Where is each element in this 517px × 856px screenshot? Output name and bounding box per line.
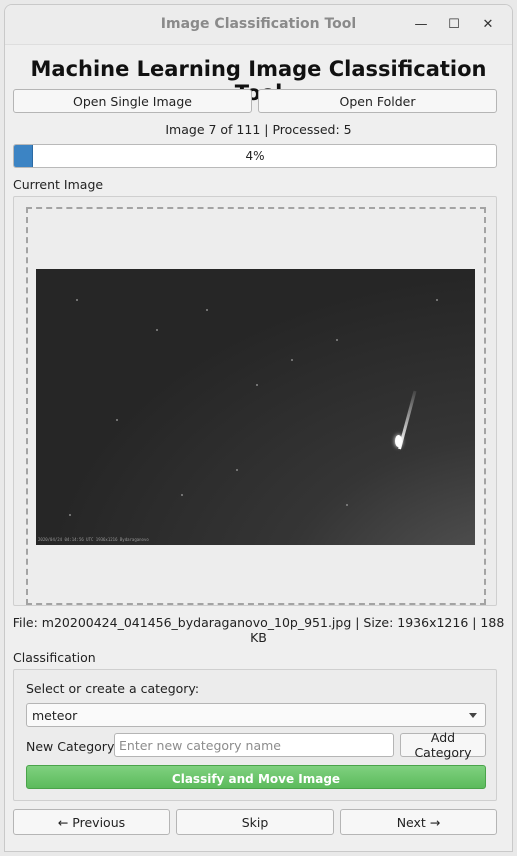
status-text: Image 7 of 111 | Processed: 5 [165, 122, 352, 137]
maximize-icon[interactable]: ☐ [443, 14, 465, 36]
classification-label: Classification [13, 650, 96, 665]
star [436, 299, 438, 301]
file-info: File: m20200424_041456_bydaraganovo_10p_… [12, 615, 505, 645]
close-icon[interactable]: ✕ [477, 14, 499, 36]
chevron-down-icon [469, 713, 477, 718]
progress-label: 4% [245, 149, 265, 163]
progress-bar: 4% [13, 144, 497, 168]
new-category-input[interactable] [114, 733, 394, 757]
classify-move-label: Classify and Move Image [171, 772, 341, 786]
star [346, 504, 348, 506]
star [76, 299, 78, 301]
category-select[interactable]: meteor [26, 703, 486, 727]
next-button[interactable]: Next → [340, 809, 497, 835]
meteor-photo: 2020/04/24 04:14:56 UTC 1936x1216 Bydara… [36, 269, 475, 545]
star [256, 384, 258, 386]
window-title: Image Classification Tool [160, 16, 357, 32]
new-category-label: New Category: [26, 739, 118, 754]
add-category-button[interactable]: Add Category [400, 730, 486, 760]
star [291, 359, 293, 361]
app-window: Image Classification Tool — ☐ ✕ Machine … [4, 4, 513, 852]
skip-button[interactable]: Skip [176, 809, 334, 835]
star [116, 419, 118, 421]
minimize-icon[interactable]: — [410, 14, 432, 36]
open-folder-button[interactable]: Open Folder [258, 89, 497, 113]
star [69, 514, 71, 516]
image-overlay-text: 2020/04/24 04:14:56 UTC 1936x1216 Bydara… [38, 537, 149, 542]
title-bar: Image Classification Tool — ☐ ✕ [5, 5, 512, 45]
star [156, 329, 158, 331]
star [181, 494, 183, 496]
previous-button[interactable]: ← Previous [13, 809, 170, 835]
star [336, 339, 338, 341]
current-image-label: Current Image [13, 177, 104, 192]
meteor-head [395, 435, 402, 447]
category-prompt: Select or create a category: [26, 681, 200, 696]
selected-category: meteor [32, 707, 78, 723]
star [236, 469, 238, 471]
open-single-image-button[interactable]: Open Single Image [13, 89, 252, 113]
classify-move-button[interactable]: Classify and Move Image [26, 765, 486, 789]
star [206, 309, 208, 311]
